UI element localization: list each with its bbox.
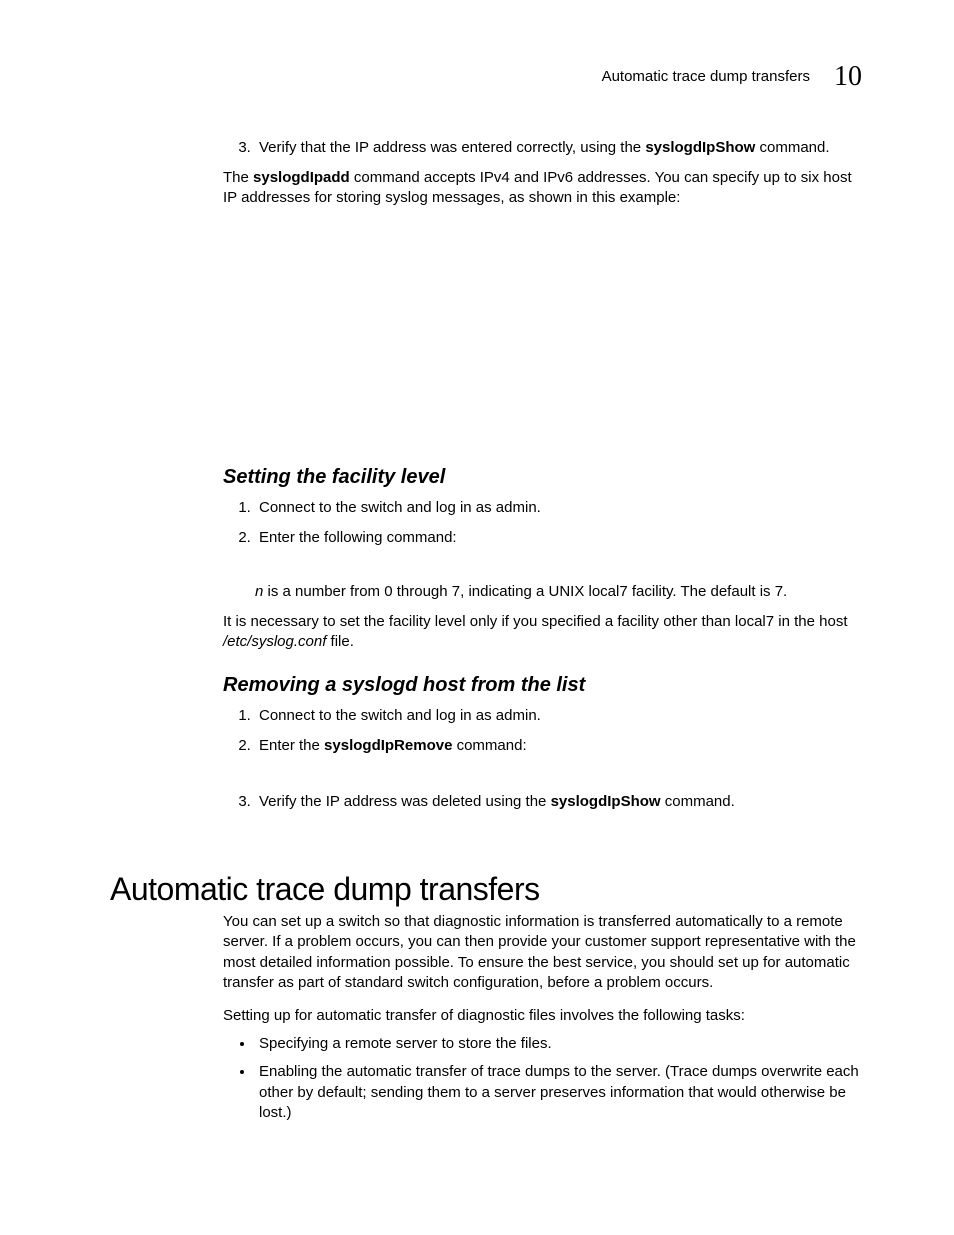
para-ipadd-pre: The	[223, 169, 253, 186]
facility-para-file: /etc/syslog.conf	[223, 633, 326, 650]
heading-facility: Setting the facility level	[223, 464, 863, 491]
facility-step-2: Enter the following command:	[255, 528, 863, 548]
step-3-list: Verify that the IP address was entered c…	[223, 138, 863, 158]
remove-step-2-pre: Enter the	[259, 737, 324, 754]
step-3-post: command.	[755, 139, 829, 156]
facility-para: It is necessary to set the facility leve…	[223, 612, 863, 653]
step-3-item: Verify that the IP address was entered c…	[255, 138, 863, 158]
heading-auto: Automatic trace dump transfers	[110, 868, 863, 911]
remove-step-2: Enter the syslogdIpRemove command:	[255, 736, 863, 756]
remove-step-3: Verify the IP address was deleted using …	[255, 792, 863, 812]
auto-bullets: Specifying a remote server to store the …	[223, 1034, 863, 1131]
facility-steps-list: Connect to the switch and log in as admi…	[223, 498, 863, 549]
remove-step-2-post: command:	[452, 737, 526, 754]
page: Automatic trace dump transfers 10 Verify…	[0, 0, 954, 1235]
auto-para-2: Setting up for automatic transfer of dia…	[223, 1006, 863, 1026]
facility-steps: Connect to the switch and log in as admi…	[223, 498, 863, 559]
remove-steps-12: Connect to the switch and log in as admi…	[223, 706, 863, 767]
remove-steps-list-12: Connect to the switch and log in as admi…	[223, 706, 863, 757]
auto-bullets-list: Specifying a remote server to store the …	[223, 1034, 863, 1123]
auto-bullet-2: Enabling the automatic transfer of trace…	[255, 1062, 863, 1123]
remove-steps-3: Verify the IP address was deleted using …	[223, 792, 863, 822]
chapter-number: 10	[834, 58, 862, 96]
facility-n-text: is a number from 0 through 7, indicating…	[263, 583, 787, 600]
remove-step-3-pre: Verify the IP address was deleted using …	[259, 793, 551, 810]
step-3-row: Verify that the IP address was entered c…	[223, 138, 863, 168]
para-ipadd: The syslogdIpadd command accepts IPv4 an…	[223, 168, 863, 209]
facility-step-1: Connect to the switch and log in as admi…	[255, 498, 863, 518]
heading-remove: Removing a syslogd host from the list	[223, 672, 863, 699]
running-title: Automatic trace dump transfers	[602, 67, 810, 87]
auto-bullet-1: Specifying a remote server to store the …	[255, 1034, 863, 1054]
facility-para-pre: It is necessary to set the facility leve…	[223, 613, 848, 630]
syslogdipshow-cmd: syslogdIpShow	[645, 139, 755, 156]
auto-para-1: You can set up a switch so that diagnost…	[223, 912, 863, 993]
syslogdipadd-cmd: syslogdIpadd	[253, 169, 350, 186]
remove-steps-list-3: Verify the IP address was deleted using …	[223, 792, 863, 812]
syslogdipremove-cmd: syslogdIpRemove	[324, 737, 452, 754]
facility-note-n: n is a number from 0 through 7, indicati…	[223, 582, 863, 602]
running-head: Automatic trace dump transfers 10	[602, 58, 862, 96]
step-3-pre: Verify that the IP address was entered c…	[259, 139, 645, 156]
remove-step-3-post: command.	[661, 793, 735, 810]
facility-para-post: file.	[326, 633, 354, 650]
syslogdipshow-cmd-2: syslogdIpShow	[551, 793, 661, 810]
remove-step-1: Connect to the switch and log in as admi…	[255, 706, 863, 726]
